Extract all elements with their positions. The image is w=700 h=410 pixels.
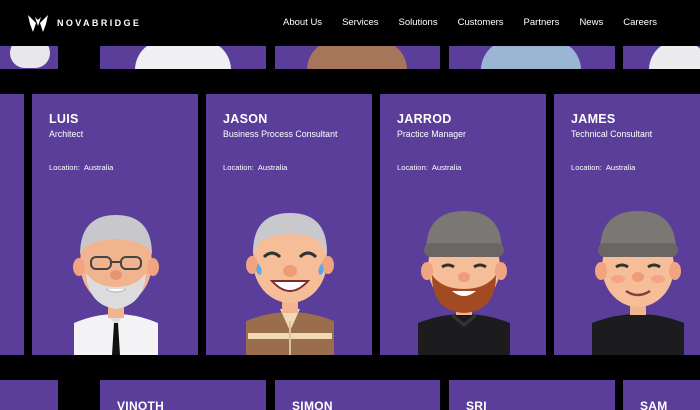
member-name: SAM bbox=[640, 399, 668, 410]
location-label: Location: bbox=[397, 163, 428, 172]
main-nav: About Us Services Solutions Customers Pa… bbox=[263, 17, 657, 28]
team-card[interactable]: SIMON bbox=[275, 380, 440, 410]
location-label: Location: bbox=[571, 163, 602, 172]
team-card-partial[interactable] bbox=[449, 46, 615, 69]
member-location: Location: Australia bbox=[397, 163, 465, 172]
team-card[interactable]: LUIS Architect Location: Australia bbox=[32, 94, 198, 355]
nav-about-us[interactable]: About Us bbox=[283, 17, 322, 28]
team-card-partial[interactable] bbox=[623, 46, 700, 69]
location-value: Australia bbox=[257, 163, 288, 172]
member-name: VINOTH bbox=[117, 399, 165, 410]
team-card[interactable]: SAM bbox=[623, 380, 700, 410]
nav-partners[interactable]: Partners bbox=[524, 17, 560, 28]
team-card[interactable]: SRI bbox=[449, 380, 615, 410]
nav-solutions[interactable]: Solutions bbox=[399, 17, 438, 28]
location-label: Location: bbox=[223, 163, 254, 172]
avatar-laughing-grey-hair-icon bbox=[246, 213, 334, 355]
member-name: SIMON bbox=[292, 399, 333, 410]
avatar-beanie-smiling-icon bbox=[592, 211, 684, 355]
team-card-partial[interactable] bbox=[275, 46, 440, 69]
team-card-partial[interactable] bbox=[0, 94, 24, 355]
location-value: Australia bbox=[431, 163, 462, 172]
member-name: JASON bbox=[223, 112, 268, 126]
team-row-next: VINOTH SIMON SRI SAM bbox=[0, 380, 700, 410]
member-name: SRI bbox=[466, 399, 487, 410]
member-name: JARROD bbox=[397, 112, 452, 126]
location-label: Location: bbox=[49, 163, 80, 172]
member-name: JAMES bbox=[571, 112, 616, 126]
team-row-previous bbox=[0, 46, 700, 69]
nav-careers[interactable]: Careers bbox=[623, 17, 657, 28]
team-card[interactable]: JAMES Technical Consultant Location: Aust… bbox=[554, 94, 700, 355]
member-location: Location: Australia bbox=[571, 163, 639, 172]
team-card-partial[interactable] bbox=[100, 46, 266, 69]
avatar-beanie-red-beard-icon bbox=[418, 211, 510, 355]
member-role: Technical Consultant bbox=[571, 129, 653, 139]
nav-services[interactable]: Services bbox=[342, 17, 378, 28]
member-role: Practice Manager bbox=[397, 129, 466, 139]
team-card-partial[interactable] bbox=[0, 46, 58, 69]
avatar-grey-beard-glasses-icon bbox=[73, 215, 159, 355]
member-location: Location: Australia bbox=[223, 163, 291, 172]
site-header: NOVABRIDGE About Us Services Solutions C… bbox=[0, 0, 700, 46]
logo-icon bbox=[28, 15, 48, 32]
nav-news[interactable]: News bbox=[579, 17, 603, 28]
member-role: Architect bbox=[49, 129, 84, 139]
member-name: LUIS bbox=[49, 112, 79, 126]
location-value: Australia bbox=[605, 163, 636, 172]
team-card[interactable]: VINOTH bbox=[100, 380, 266, 410]
member-location: Location: Australia bbox=[49, 163, 117, 172]
member-role: Business Process Consultant bbox=[223, 129, 338, 139]
team-card[interactable]: JARROD Practice Manager Location: Austral… bbox=[380, 94, 546, 355]
brand-logo[interactable]: NOVABRIDGE bbox=[27, 12, 141, 34]
team-card[interactable]: JASON Business Process Consultant Locati… bbox=[206, 94, 372, 355]
nav-customers[interactable]: Customers bbox=[458, 17, 504, 28]
team-card-partial[interactable] bbox=[0, 380, 58, 410]
brand-name: NOVABRIDGE bbox=[57, 18, 142, 28]
team-row: LUIS Architect Location: Australia JASON … bbox=[0, 94, 700, 355]
location-value: Australia bbox=[83, 163, 114, 172]
